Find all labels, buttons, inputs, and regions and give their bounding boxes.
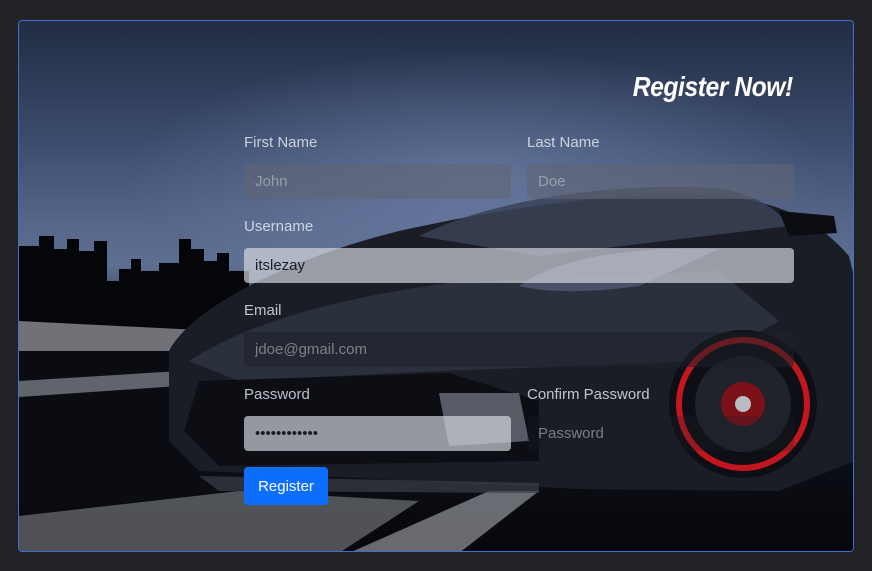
password-input[interactable] xyxy=(244,416,511,451)
username-label: Username xyxy=(244,218,314,235)
password-label: Password xyxy=(244,386,310,403)
last-name-input[interactable] xyxy=(527,164,794,199)
email-label: Email xyxy=(244,302,282,319)
username-input[interactable] xyxy=(244,248,794,283)
first-name-label: First Name xyxy=(244,134,318,151)
confirm-password-input[interactable] xyxy=(527,416,794,451)
register-card: Register Now! First Name Last Name Usern… xyxy=(18,20,854,552)
form-title: Register Now! xyxy=(633,71,793,102)
last-name-label: Last Name xyxy=(527,134,600,151)
confirm-password-label: Confirm Password xyxy=(527,386,650,403)
register-button[interactable]: Register xyxy=(244,467,328,505)
email-input[interactable] xyxy=(244,332,794,367)
first-name-input[interactable] xyxy=(244,164,511,199)
